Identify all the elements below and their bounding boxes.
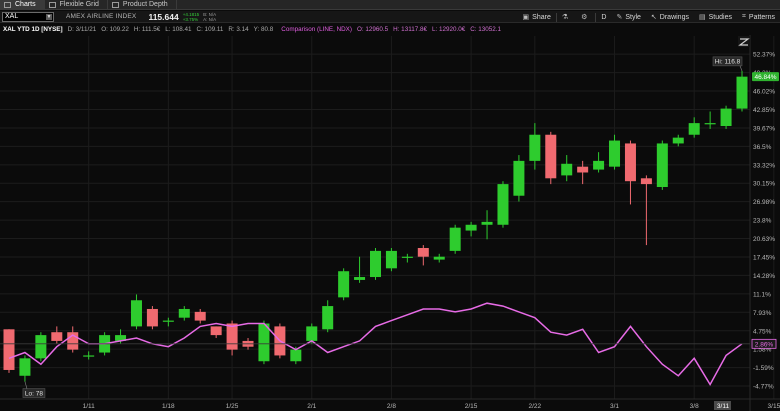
price-axis-label: 11.1% [753,291,771,298]
candle-body [433,256,445,260]
price-axis-label: 39.67% [753,125,775,132]
candle-body [194,311,206,321]
time-axis-label: 3/1 [610,403,619,410]
time-axis-label: 2/22 [529,403,542,410]
price-axis-label: 42.85% [753,107,775,114]
lo-marker-pointer [24,381,28,389]
price-axis-label: 17.45% [753,254,775,261]
candle-body [130,300,142,327]
candle-body [83,355,95,357]
candle-body [417,247,429,257]
time-axis-label: 2/1 [307,403,316,410]
price-axis-label: -1.59% [753,365,774,372]
candle-body [736,76,748,109]
candle-body [370,250,381,278]
candles [3,70,748,382]
price-axis-label: 7.93% [753,310,772,317]
price-axis-label: -4.77% [753,384,774,391]
candle-body [338,271,350,298]
candle-body [672,137,684,144]
time-axis-label: 1/11 [83,403,96,410]
candle-body [401,256,413,258]
candle-body [624,143,636,182]
candle-body [704,123,716,125]
candle-body [593,160,605,170]
price-chart[interactable]: 52.37%49.2%46.02%42.85%39.67%36.5%33.32%… [0,0,780,411]
candle-body [226,323,238,350]
price-axis-label: 33.32% [753,162,775,169]
candle-body [720,108,732,127]
candle-body [561,163,573,176]
candle-body [529,134,541,161]
candle-body [354,277,366,280]
time-axis-label: 3/15 [768,403,780,410]
candle-body [449,227,461,251]
candle-body [577,166,589,173]
hi-marker-label: Hi: 116.8 [715,59,741,66]
candle-body [162,320,174,322]
price-axis-label: 20.63% [753,236,775,243]
price-axis-label: 23.8% [753,218,772,225]
markers: 46.84% 2.86% Hi: 116.8 Lo: 78 [22,56,779,398]
price-axis-label: 46.02% [753,89,775,96]
candle-body [688,123,700,135]
time-axis-label: 3/8 [690,403,699,410]
time-axis-label: 1/25 [226,403,239,410]
candle-body [51,332,63,341]
candle-body [35,335,47,359]
candle-body [513,160,525,196]
price-axis-label: 36.5% [753,144,772,151]
candle-body [306,326,318,341]
candle-body [19,358,31,376]
time-axis-label: 2/8 [387,403,396,410]
time-axis[interactable]: 1/11 1/18 1/25 2/1 2/8 2/15 2/22 3/1 3/8 3/15 3/11 [83,401,780,410]
price-axis-label: 30.15% [753,181,775,188]
candle-body [146,308,158,327]
candle-body [545,134,557,179]
candle-body [609,140,621,167]
price-axis-label: 26.98% [753,199,775,206]
price-axis-label: 4.75% [753,328,772,335]
current-date-label: 3/11 [717,403,730,410]
candle-body [656,143,668,188]
price-axis-label: 52.37% [753,52,775,59]
candle-body [385,250,397,269]
candle-body [322,306,334,330]
candle-body [640,178,652,185]
last-change-label: 46.84% [754,74,776,81]
candle-body [210,326,222,336]
time-axis-label: 1/18 [162,403,175,410]
comparison-series [0,302,750,386]
candle-body [481,221,493,225]
candle-body [178,308,190,318]
hi-marker-pointer [739,65,743,71]
expand-icon[interactable] [738,36,750,47]
candle-body [258,323,270,362]
candle-body [465,224,477,231]
price-axis-label: 14.28% [753,273,775,280]
comparison-badge-label: 2.86% [755,341,774,348]
candle-body [290,349,302,362]
grid [0,36,775,399]
time-axis-label: 2/15 [465,403,478,410]
lo-marker-label: Lo: 78 [25,390,43,397]
candle-body [3,329,15,370]
candle-body [497,184,509,225]
